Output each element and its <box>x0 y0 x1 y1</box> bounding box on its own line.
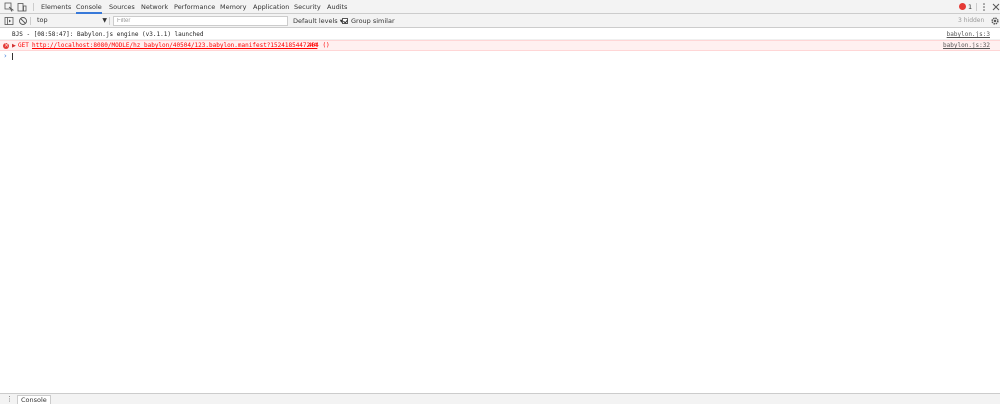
tab-security[interactable]: Security <box>294 0 321 13</box>
toolbar-divider <box>109 17 110 25</box>
console-messages: BJS - [08:58:47]: Babylon.js engine (v3.… <box>0 28 1000 61</box>
group-similar-label[interactable]: Group similar <box>351 14 395 28</box>
drawer-tab-console[interactable]: Console <box>17 395 51 404</box>
error-count[interactable]: 1 <box>968 0 972 14</box>
tab-audits[interactable]: Audits <box>327 0 347 13</box>
tab-application[interactable]: Application <box>253 0 289 13</box>
show-sidebar-icon[interactable] <box>4 16 14 26</box>
context-value: top <box>37 16 48 24</box>
bottom-drawer: ⋮ Console <box>0 393 1000 404</box>
group-similar-checkbox[interactable] <box>342 18 348 24</box>
request-url-link[interactable]: http://localhost:8080/MODLE/hz_babylon/4… <box>32 41 317 51</box>
console-toolbar: top ▼ Default levels ▾ Group similar 3 h… <box>0 14 1000 28</box>
response-status: 404 () <box>308 42 330 49</box>
tab-network[interactable]: Network <box>141 0 168 13</box>
inspect-element-icon[interactable] <box>4 2 14 12</box>
filter-input[interactable] <box>113 16 288 26</box>
close-icon[interactable] <box>991 2 1000 12</box>
tab-console[interactable]: Console <box>76 0 102 14</box>
source-link[interactable]: babylon.js:3 <box>947 30 990 40</box>
toolbar-divider <box>30 17 31 25</box>
error-icon <box>3 41 9 51</box>
drawer-menu-icon[interactable]: ⋮ <box>6 394 13 404</box>
console-prompt[interactable]: › <box>0 51 1000 61</box>
default-levels-dropdown[interactable]: Default levels ▾ <box>293 14 343 28</box>
tab-memory[interactable]: Memory <box>220 0 246 13</box>
dropdown-arrow-icon: ▼ <box>102 17 107 24</box>
text-caret <box>12 53 13 60</box>
devtools-window: Elements Console Sources Network Perform… <box>0 0 1000 404</box>
tab-performance[interactable]: Performance <box>174 0 215 13</box>
source-link[interactable]: babylon.js:32 <box>943 41 990 51</box>
settings-gear-icon[interactable] <box>990 16 1000 26</box>
expand-triangle-icon[interactable]: ▶ <box>12 41 16 51</box>
request-method: GET <box>18 42 29 49</box>
devtools-tabbar: Elements Console Sources Network Perform… <box>0 0 1000 14</box>
console-message-error: ▶ GET http://localhost:8080/MODLE/hz_bab… <box>0 40 1000 51</box>
context-selector[interactable]: top ▼ <box>33 15 107 26</box>
error-icon[interactable] <box>959 3 966 10</box>
toolbar-divider <box>33 3 34 11</box>
prompt-chevron-icon: › <box>4 52 7 60</box>
more-options-icon[interactable] <box>979 2 989 12</box>
message-text: BJS - [08:58:47]: Babylon.js engine (v3.… <box>12 31 204 38</box>
clear-console-icon[interactable] <box>18 16 28 26</box>
device-toolbar-icon[interactable] <box>17 2 27 12</box>
tab-sources[interactable]: Sources <box>109 0 135 13</box>
toolbar-divider <box>976 3 977 11</box>
hidden-messages-count: 3 hidden <box>958 17 985 24</box>
console-message-log: BJS - [08:58:47]: Babylon.js engine (v3.… <box>0 30 1000 40</box>
tab-elements[interactable]: Elements <box>41 0 71 13</box>
